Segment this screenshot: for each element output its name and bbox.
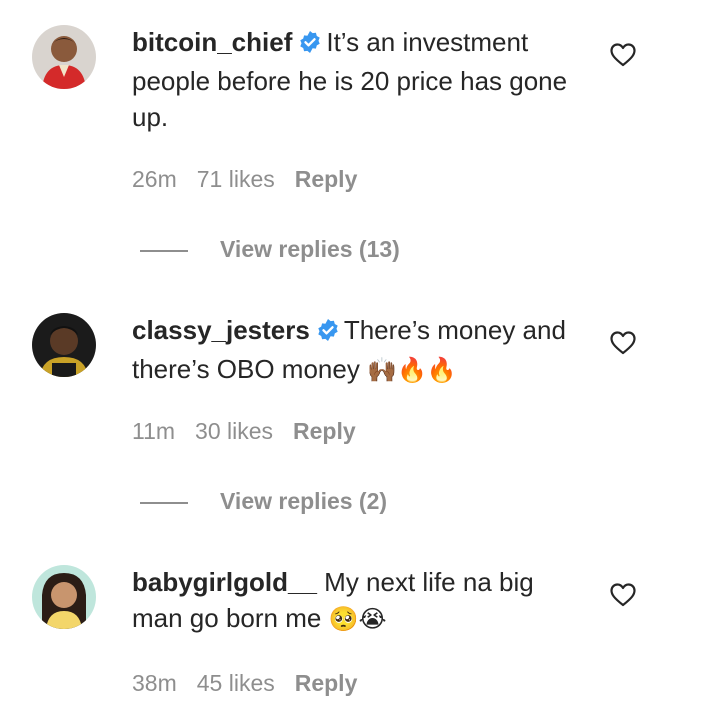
- comment-likes[interactable]: 45 likes: [197, 670, 275, 696]
- comment-likes[interactable]: 71 likes: [197, 166, 275, 192]
- comment-likes[interactable]: 30 likes: [195, 418, 273, 444]
- comment-meta: 26m 71 likes Reply: [132, 166, 377, 193]
- avatar[interactable]: [32, 313, 96, 377]
- comment-username[interactable]: babygirlgold__: [132, 567, 317, 597]
- heart-icon[interactable]: [610, 583, 638, 609]
- comment-time: 11m: [132, 418, 176, 444]
- comment-emojis: 🥺😭: [328, 606, 387, 633]
- comment-text-block: babygirlgold__ My next life na big man g…: [132, 564, 572, 638]
- comment-text-block: classy_jesters There’s money and there’s …: [132, 312, 572, 389]
- view-replies-label: View replies (2): [220, 488, 388, 514]
- avatar[interactable]: [32, 25, 96, 89]
- heart-icon[interactable]: [610, 331, 638, 357]
- comment-text-block: bitcoin_chief It’s an investment people b…: [132, 24, 572, 135]
- comment-meta: 11m 30 likes Reply: [132, 418, 376, 445]
- comment-username[interactable]: bitcoin_chief: [132, 27, 292, 57]
- comment-time: 26m: [132, 166, 177, 192]
- avatar[interactable]: [32, 565, 96, 629]
- divider-line: [140, 249, 188, 252]
- comment-meta: 38m 45 likes Reply: [132, 670, 377, 697]
- comment-time: 38m: [132, 670, 177, 696]
- reply-button[interactable]: Reply: [295, 166, 358, 192]
- comment-username[interactable]: classy_jesters: [132, 315, 310, 345]
- comment-emojis: 🙌🏾🔥🔥: [367, 357, 457, 384]
- heart-icon[interactable]: [610, 43, 638, 69]
- view-replies-button[interactable]: View replies (2): [140, 488, 387, 515]
- divider-line: [140, 501, 188, 504]
- reply-button[interactable]: Reply: [295, 670, 358, 696]
- reply-button[interactable]: Reply: [293, 418, 356, 444]
- verified-badge-icon: [298, 27, 322, 63]
- view-replies-label: View replies (13): [220, 236, 400, 262]
- verified-badge-icon: [316, 315, 340, 351]
- view-replies-button[interactable]: View replies (13): [140, 236, 400, 263]
